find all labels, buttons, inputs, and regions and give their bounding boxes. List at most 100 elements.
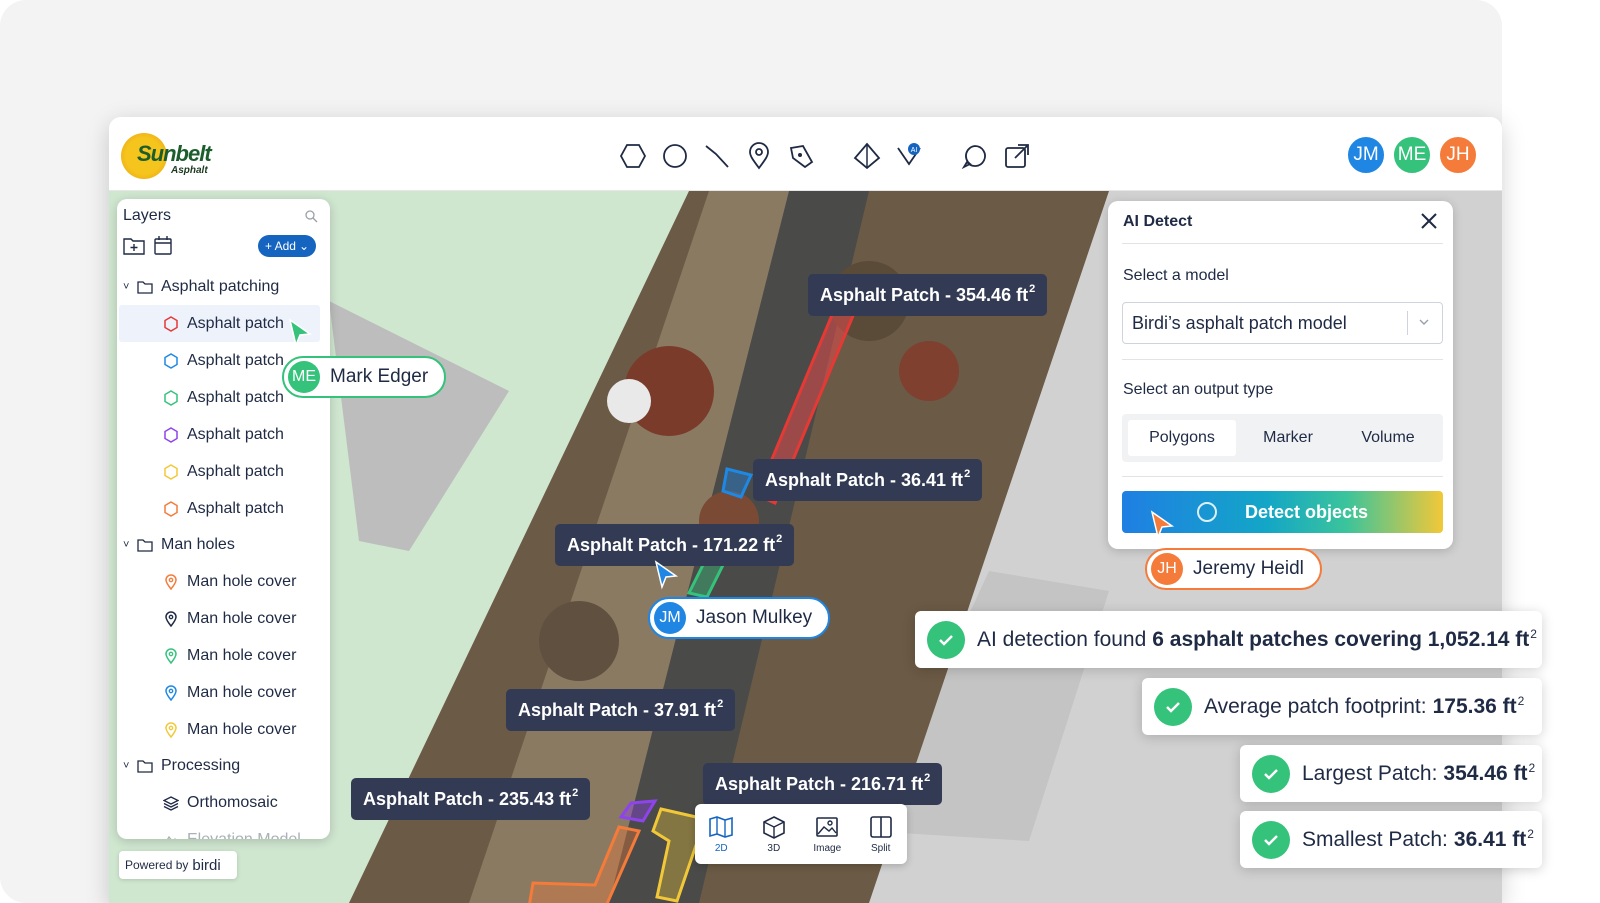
layer-group-label: Man holes <box>161 536 235 553</box>
toast-value: 36.41 ft <box>1453 827 1527 851</box>
layer-item[interactable]: Asphalt patch <box>117 490 330 527</box>
check-icon <box>1252 820 1290 859</box>
chevron-down-icon: ˅ <box>123 281 130 293</box>
avatar-jh[interactable]: JH <box>1438 135 1478 175</box>
cursor-user-name: Mark Edger <box>330 366 429 387</box>
close-icon[interactable] <box>1417 209 1441 233</box>
patch-tag-label: Asphalt Patch - 36.41 ft <box>765 469 964 490</box>
patch-tag-label: Asphalt Patch - 171.22 ft <box>567 534 776 555</box>
cube-icon <box>763 815 785 839</box>
avatar-jh-small: JH <box>1151 553 1183 585</box>
image-icon <box>816 816 839 837</box>
view-3d-button[interactable]: 3D <box>761 815 787 854</box>
hexagon-icon <box>164 463 178 480</box>
layer-group-processing[interactable]: ˅ Processing <box>117 748 330 784</box>
avatar-jm[interactable]: JM <box>1346 135 1386 175</box>
marker-icon <box>165 573 177 590</box>
toast-text: Average patch footprint: <box>1204 694 1427 718</box>
add-layer-button[interactable]: + Add ⌄ <box>258 235 316 257</box>
layer-item[interactable]: Elevation Model <box>117 821 330 839</box>
circle-icon[interactable] <box>661 142 689 170</box>
patch-tag-2[interactable]: Asphalt Patch - 36.41 ft 2 <box>753 459 983 501</box>
patch-tag-label: Asphalt Patch - 354.46 ft <box>820 284 1029 305</box>
model-label: Select a model <box>1123 267 1229 284</box>
powered-by-text: Powered by <box>125 858 189 872</box>
layer-item-label: Man hole cover <box>187 720 297 738</box>
view-image-button[interactable]: Image <box>813 815 841 854</box>
polygon-icon[interactable] <box>619 142 647 170</box>
patch-tag-5[interactable]: Asphalt Patch - 216.71 ft 2 <box>703 763 943 805</box>
toast-smallest-patch: Smallest Patch: 36.41 ft 2 <box>1240 811 1542 868</box>
share-icon[interactable] <box>1003 142 1031 170</box>
view-2d-button[interactable]: 2D <box>708 815 734 854</box>
cursor-pointer-jm <box>654 560 679 590</box>
new-folder-icon[interactable] <box>123 235 145 255</box>
layer-group-manholes[interactable]: ˅ Man holes <box>117 527 330 563</box>
split-icon <box>869 815 892 838</box>
layer-item[interactable]: Man hole cover <box>117 711 330 748</box>
view-mode-label: Split <box>870 842 891 854</box>
folder-icon <box>137 539 153 552</box>
calendar-icon[interactable] <box>153 235 173 255</box>
layer-item[interactable]: Man hole cover <box>117 563 330 600</box>
patch-tag-6[interactable]: Asphalt Patch - 235.43 ft 2 <box>351 778 591 820</box>
model-select[interactable]: Birdi’s asphalt patch model <box>1122 302 1443 344</box>
marker-icon <box>165 610 177 627</box>
layer-item[interactable]: Orthomosaic <box>117 784 330 821</box>
output-option-volume[interactable]: Volume <box>1340 420 1436 456</box>
spinner-icon <box>1196 502 1217 522</box>
layer-item-label: Man hole cover <box>187 572 297 590</box>
line-icon[interactable] <box>703 142 731 170</box>
chevron-down-icon: ⌄ <box>298 239 310 253</box>
layer-item[interactable]: Man hole cover <box>117 600 330 637</box>
layer-item[interactable]: Asphalt patch <box>117 453 330 490</box>
marker-icon <box>165 684 177 701</box>
check-icon <box>927 620 965 659</box>
powered-by-badge: Powered by birdi <box>119 851 237 879</box>
view-split-button[interactable]: Split <box>868 815 894 854</box>
output-option-marker[interactable]: Marker <box>1236 420 1340 456</box>
toast-text: Largest Patch: <box>1302 761 1438 785</box>
layers-title: Layers <box>123 207 172 224</box>
svg-text:AI: AI <box>911 147 918 154</box>
output-type-selector: Polygons Marker Volume <box>1122 414 1443 462</box>
superscript: 2 <box>924 772 931 784</box>
superscript: 2 <box>1517 693 1525 708</box>
patch-tag-label: Asphalt Patch - 235.43 ft <box>363 788 572 809</box>
search-icon[interactable] <box>304 209 318 223</box>
folder-icon <box>137 281 153 294</box>
hexagon-icon <box>164 426 178 443</box>
layer-item-label: Man hole cover <box>187 683 297 701</box>
superscript: 2 <box>1527 826 1534 841</box>
layer-item-label: Orthomosaic <box>187 793 278 811</box>
patch-tag-4[interactable]: Asphalt Patch - 37.91 ft 2 <box>506 689 736 731</box>
layer-item[interactable]: Man hole cover <box>117 637 330 674</box>
layer-item[interactable]: Asphalt patch <box>117 416 330 453</box>
avatar-me[interactable]: ME <box>1392 135 1432 175</box>
toast-largest-patch: Largest Patch: 354.46 ft 2 <box>1240 745 1542 802</box>
folder-icon <box>137 760 153 773</box>
select-separator <box>1407 311 1408 335</box>
cursor-pointer-me <box>288 318 313 348</box>
patch-tag-1[interactable]: Asphalt Patch - 354.46 ft 2 <box>808 274 1048 316</box>
cursor-label-jeremy-heidl: JH Jeremy Heidl <box>1145 548 1322 590</box>
layer-item-label: Asphalt patch <box>187 351 284 369</box>
ai-shield-icon[interactable]: AI <box>895 142 923 170</box>
superscript: 2 <box>572 787 579 799</box>
check-icon <box>1154 687 1192 726</box>
layers-tree: ˅ Asphalt patching Asphalt patch Asphalt… <box>117 269 330 839</box>
output-option-polygons[interactable]: Polygons <box>1128 420 1236 456</box>
comment-icon[interactable] <box>961 142 989 170</box>
layer-item[interactable]: Man hole cover <box>117 674 330 711</box>
layer-item-label: Elevation Model <box>187 830 301 840</box>
pen-icon[interactable] <box>787 142 815 170</box>
layer-group-asphalt[interactable]: ˅ Asphalt patching <box>117 269 330 305</box>
superscript: 2 <box>1528 760 1536 775</box>
check-icon <box>1252 754 1290 793</box>
layer-item-label: Asphalt patch <box>187 462 284 480</box>
superscript: 2 <box>1530 626 1537 641</box>
patch-tag-label: Asphalt Patch - 216.71 ft <box>715 773 924 794</box>
marker-icon[interactable] <box>745 142 773 170</box>
hexagon-icon <box>164 352 178 369</box>
volume-icon[interactable] <box>853 142 881 170</box>
